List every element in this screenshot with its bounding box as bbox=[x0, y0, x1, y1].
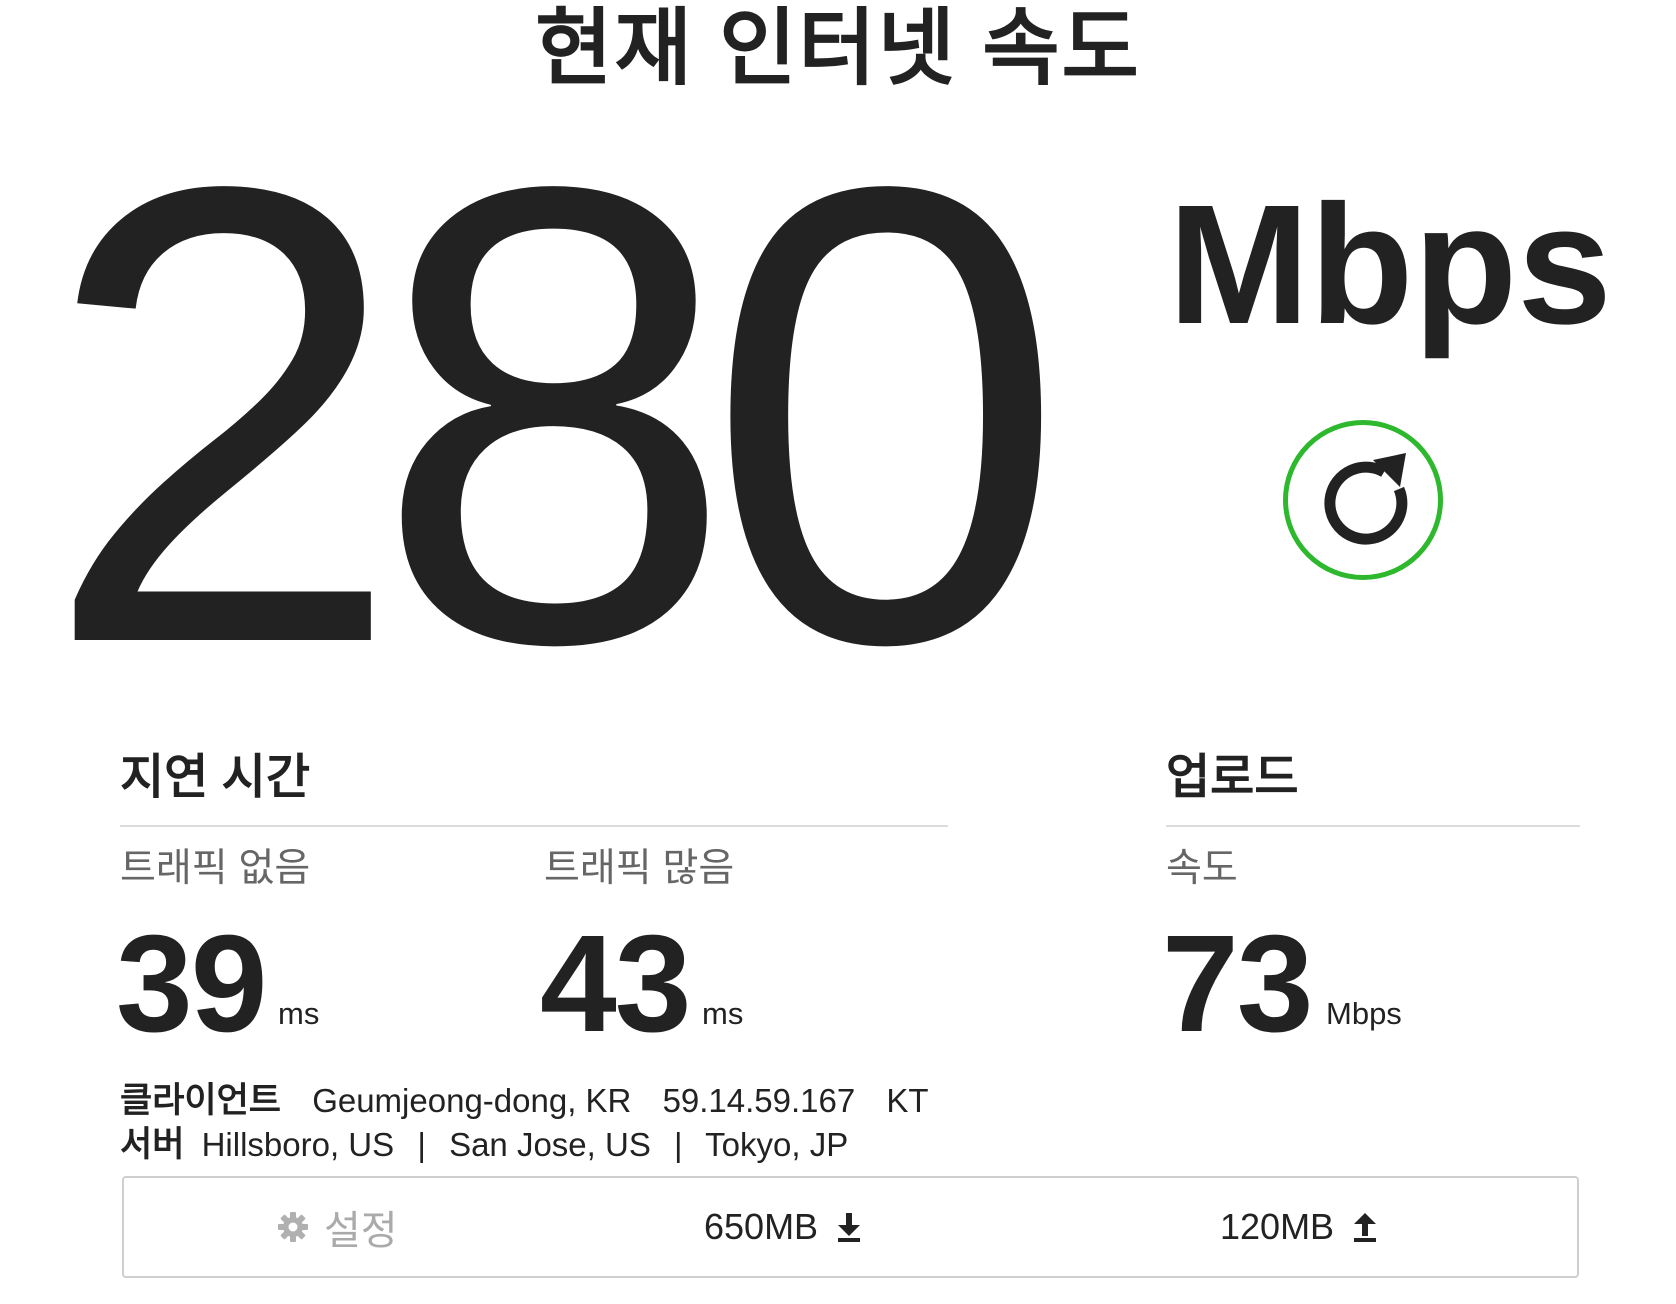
loaded-latency-unit: ms bbox=[702, 996, 744, 1031]
latency-heading: 지연 시간 bbox=[120, 751, 310, 804]
client-isp: KT bbox=[886, 1082, 929, 1119]
upload-size-selector[interactable]: 120MB bbox=[1220, 1178, 1378, 1276]
client-location: Geumjeong-dong, KR bbox=[312, 1082, 632, 1119]
server-info: 서버 Hillsboro, US | San Jose, US | Tokyo,… bbox=[120, 1124, 848, 1166]
client-ip: 59.14.59.167 bbox=[662, 1082, 856, 1119]
server-location-3: Tokyo, JP bbox=[705, 1126, 849, 1163]
download-size-selector[interactable]: 650MB bbox=[704, 1178, 862, 1276]
upload-divider bbox=[1166, 825, 1580, 827]
download-size-value: 650MB bbox=[704, 1206, 819, 1247]
server-location-2: San Jose, US bbox=[449, 1126, 651, 1163]
loaded-latency-label: 트래픽 많음 bbox=[544, 847, 735, 890]
refresh-button[interactable] bbox=[1283, 420, 1443, 580]
client-info: 클라이언트 Geumjeong-dong, KR 59.14.59.167 KT bbox=[120, 1080, 929, 1122]
download-speed-value: 280 bbox=[42, 52, 1066, 778]
unloaded-latency-label: 트래픽 없음 bbox=[120, 847, 311, 890]
unloaded-latency-unit: ms bbox=[278, 996, 320, 1031]
server-location-1: Hillsboro, US bbox=[201, 1126, 395, 1163]
upload-speed-value: 73 bbox=[1162, 907, 1313, 1061]
download-arrow-icon bbox=[838, 1213, 861, 1242]
speed-test-page: 현재 인터넷 속도 280 Mbps 지연 시간 트래픽 없음 39 ms 트래… bbox=[0, 0, 1676, 1304]
download-speed-unit: Mbps bbox=[1168, 170, 1612, 360]
loaded-latency-value: 43 bbox=[540, 907, 691, 1061]
latency-divider bbox=[120, 825, 948, 827]
settings-label: 설정 bbox=[324, 1209, 398, 1253]
upload-arrow-icon bbox=[1354, 1213, 1377, 1242]
upload-speed-label: 속도 bbox=[1166, 847, 1238, 890]
server-label: 서버 bbox=[120, 1125, 185, 1164]
settings-button[interactable]: 설정 bbox=[276, 1178, 398, 1276]
refresh-icon bbox=[1324, 453, 1408, 545]
client-label: 클라이언트 bbox=[120, 1081, 282, 1120]
upload-speed-unit: Mbps bbox=[1326, 996, 1402, 1031]
bottom-toolbar: 설정 650MB 120MB bbox=[122, 1176, 1579, 1278]
unloaded-latency-value: 39 bbox=[116, 907, 267, 1061]
upload-heading: 업로드 bbox=[1166, 751, 1299, 804]
gear-icon bbox=[278, 1212, 308, 1242]
server-separator: | bbox=[417, 1126, 426, 1163]
server-separator: | bbox=[674, 1126, 683, 1163]
upload-size-value: 120MB bbox=[1220, 1206, 1335, 1247]
